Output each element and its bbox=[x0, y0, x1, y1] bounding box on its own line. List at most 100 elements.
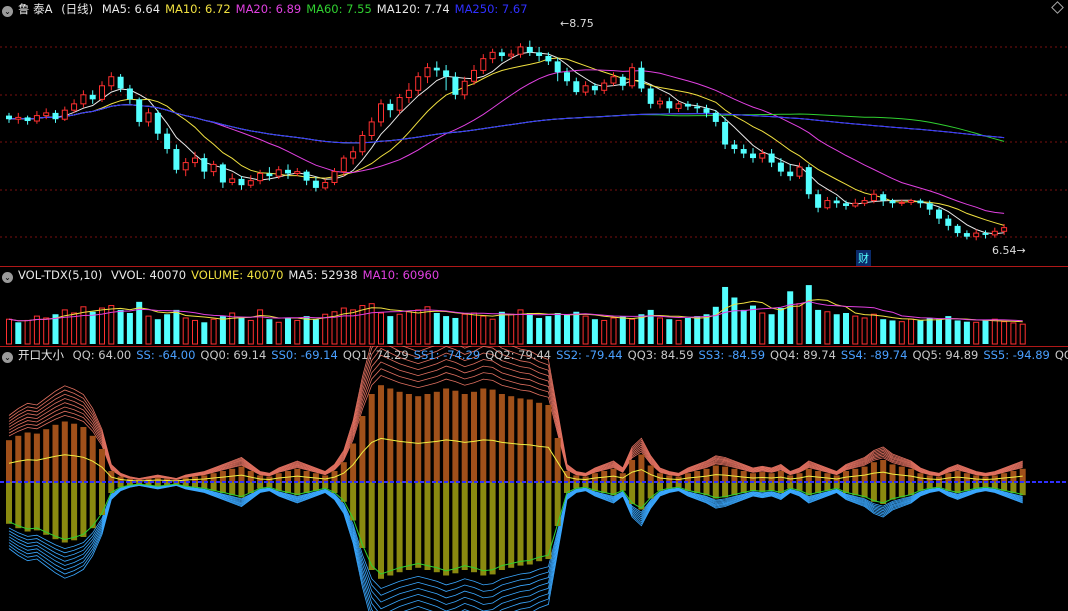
volume-bar bbox=[657, 317, 663, 345]
open-size-up-bar bbox=[415, 396, 422, 482]
volume-bar bbox=[619, 316, 626, 344]
open-size-up-bar bbox=[712, 465, 719, 482]
volume-bar bbox=[973, 321, 980, 345]
open-size-down-bar bbox=[452, 482, 459, 574]
open-size-down-bar bbox=[303, 482, 310, 493]
volume-bar bbox=[991, 318, 998, 345]
finance-badge[interactable]: 财 bbox=[856, 250, 871, 266]
price-panel[interactable]: ⌄ 鲁 泰A (日线) MA5: 6.64 MA10: 6.72 MA20: 6.89… bbox=[0, 0, 1068, 266]
volume-bar bbox=[219, 316, 226, 344]
candle-body bbox=[554, 61, 561, 73]
price-indicator-4: MA120: 7.74 bbox=[376, 2, 450, 16]
candle-body bbox=[963, 233, 970, 237]
open-size-up-bar bbox=[517, 398, 524, 482]
candle-body bbox=[917, 200, 924, 204]
candle-body bbox=[824, 200, 831, 209]
open-size-up-bar bbox=[61, 421, 68, 482]
open-size-up-bar bbox=[15, 435, 22, 482]
candle-body bbox=[722, 121, 729, 145]
volume-bar bbox=[768, 314, 775, 344]
volume-indicator-name[interactable]: VOL-TDX(5,10) bbox=[18, 268, 102, 282]
open-size-down-bar bbox=[554, 482, 561, 526]
candle-body bbox=[517, 46, 524, 55]
open-size-down-bar bbox=[378, 482, 384, 579]
candle-body bbox=[6, 115, 12, 120]
open-size-down-bar bbox=[461, 482, 468, 570]
volume-bar bbox=[350, 309, 357, 345]
candle-body bbox=[657, 100, 663, 105]
candle-body bbox=[396, 97, 403, 111]
candle-body bbox=[601, 82, 608, 91]
open-size-down-bar bbox=[405, 482, 412, 570]
open-size-up-bar bbox=[378, 385, 384, 482]
volume-bar bbox=[433, 313, 440, 344]
volume-indicator-2: MA5: 52938 bbox=[288, 268, 358, 282]
volume-bar bbox=[852, 315, 859, 345]
candle-body bbox=[201, 158, 208, 172]
volume-bar bbox=[554, 313, 561, 344]
volume-bar bbox=[359, 305, 366, 345]
open-size-up-bar bbox=[805, 468, 812, 482]
open-size-indicator-9: SS3: -84.59 bbox=[698, 348, 766, 362]
candle-body bbox=[461, 80, 468, 96]
candle-body bbox=[545, 55, 552, 62]
open-size-down-bar bbox=[880, 482, 887, 504]
collapse-circle-icon[interactable]: ⌄ bbox=[2, 272, 13, 283]
collapse-circle-icon[interactable]: ⌄ bbox=[2, 352, 13, 363]
open-size-down-bar bbox=[768, 482, 775, 491]
open-size-up-bar bbox=[610, 468, 617, 482]
candle-body bbox=[787, 171, 794, 177]
open-size-up-bar bbox=[461, 394, 468, 482]
volume-bar bbox=[898, 321, 905, 345]
open-size-indicator-name[interactable]: 开口大小 bbox=[18, 348, 64, 362]
candle-body bbox=[954, 225, 961, 234]
candle-body bbox=[508, 53, 515, 57]
candle-body bbox=[694, 106, 701, 109]
candle-body bbox=[89, 94, 96, 100]
open-size-up-bar bbox=[443, 388, 450, 482]
volume-bar bbox=[880, 319, 887, 344]
volume-bar bbox=[833, 314, 840, 344]
open-size-indicator-5: SS1: -74.29 bbox=[413, 348, 481, 362]
open-size-down-bar bbox=[285, 482, 291, 493]
volume-bar bbox=[108, 305, 115, 345]
collapse-circle-icon[interactable]: ⌄ bbox=[2, 6, 13, 17]
open-size-down-bar bbox=[24, 482, 31, 532]
volume-bar bbox=[387, 316, 394, 344]
volume-bar bbox=[545, 316, 552, 344]
candle-body bbox=[145, 112, 152, 123]
open-size-down-bar bbox=[508, 482, 515, 568]
candle-body bbox=[1001, 227, 1008, 232]
open-size-panel[interactable]: ⌄ 开口大小 QQ: 64.00 SS: -64.00 QQ0: 69.14 SS0: … bbox=[0, 346, 1068, 611]
open-size-chart[interactable] bbox=[0, 346, 1068, 611]
candle-body bbox=[880, 194, 887, 201]
period-label[interactable]: (日线) bbox=[61, 2, 93, 16]
stock-name[interactable]: 鲁 泰A bbox=[18, 2, 53, 16]
candle-body bbox=[536, 52, 543, 56]
open-size-up-bar bbox=[498, 394, 505, 482]
candle-body bbox=[99, 85, 105, 100]
candle-body bbox=[945, 218, 952, 226]
open-size-up-bar bbox=[350, 443, 357, 482]
candle-body bbox=[424, 67, 431, 78]
open-size-down-bar bbox=[71, 482, 78, 541]
candle-body bbox=[71, 103, 78, 111]
candle-body bbox=[731, 144, 738, 150]
candle-body bbox=[368, 121, 375, 136]
qq-band-line bbox=[8, 346, 1023, 480]
open-size-up-bar bbox=[508, 396, 515, 482]
open-size-up-bar bbox=[554, 438, 561, 482]
volume-panel[interactable]: ⌄ VOL-TDX(5,10) VVOL: 40070 VOLUME: 40070 M… bbox=[0, 266, 1068, 346]
open-size-up-bar bbox=[238, 466, 245, 482]
open-size-down-bar bbox=[480, 482, 487, 576]
volume-bar bbox=[638, 314, 645, 344]
open-size-down-bar bbox=[33, 482, 40, 531]
candlestick-chart[interactable] bbox=[0, 0, 1068, 266]
candle-body bbox=[294, 171, 301, 174]
open-size-indicator-1: SS: -64.00 bbox=[136, 348, 196, 362]
candle-body bbox=[675, 103, 682, 109]
volume-bar bbox=[415, 309, 422, 345]
open-size-down-bar bbox=[1010, 482, 1017, 493]
candle-body bbox=[861, 200, 868, 204]
ss-band-line bbox=[8, 484, 1023, 611]
